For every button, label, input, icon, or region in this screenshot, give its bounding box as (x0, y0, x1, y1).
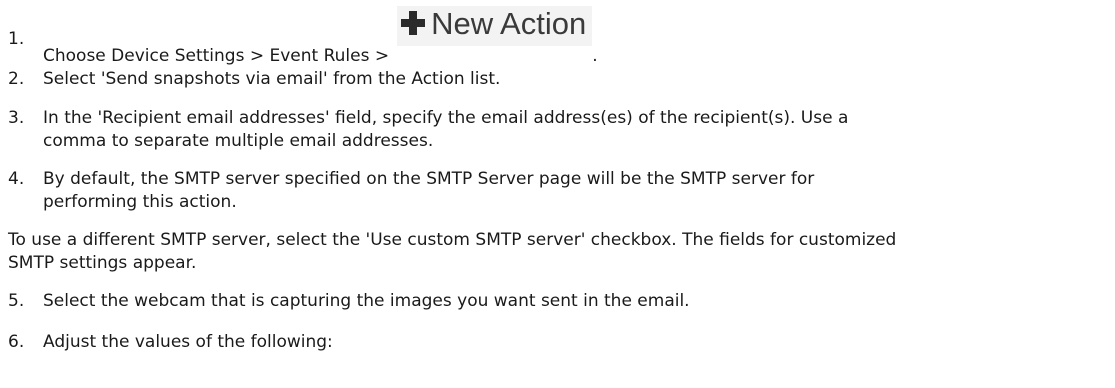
step-text-line-1: In the 'Recipient email addresses' field… (43, 108, 849, 128)
plus-icon (401, 11, 426, 35)
new-action-label: New Action (431, 6, 587, 41)
step-number: 1. (8, 29, 25, 49)
step-3: 3. In the 'Recipient email addresses' fi… (0, 107, 1110, 153)
step-text: Select the webcam that is capturing the … (43, 291, 690, 311)
step-1: 1. Choose Device Settings > Event Rules … (0, 0, 1110, 66)
new-action-button[interactable]: New Action (397, 6, 593, 46)
step-text: Choose Device Settings > Event Rules > Ne… (43, 6, 1108, 68)
step-1-suffix: . (592, 46, 598, 66)
step-text: Select 'Send snapshots via email' from t… (43, 69, 501, 89)
step-number: 6. (8, 332, 25, 352)
step-number: 5. (8, 291, 25, 311)
document-body: 1. Choose Device Settings > Event Rules … (0, 0, 1115, 388)
step-number: 4. (8, 169, 25, 189)
step-text: Adjust the values of the following: (43, 332, 333, 352)
step-number: 2. (8, 69, 25, 89)
note-line-2: SMTP settings appear. (8, 253, 197, 273)
step-text-line-2: performing this action. (43, 192, 237, 212)
note-line-1: To use a different SMTP server, select t… (8, 230, 897, 250)
step-4: 4. By default, the SMTP server specified… (0, 168, 1110, 214)
step-1-text: Choose Device Settings > Event Rules > (43, 46, 390, 66)
step-number: 3. (8, 108, 25, 128)
note-paragraph: To use a different SMTP server, select t… (8, 229, 1113, 275)
step-text-line-1: By default, the SMTP server specified on… (43, 169, 815, 189)
step-text-line-2: comma to separate multiple email address… (43, 131, 434, 151)
